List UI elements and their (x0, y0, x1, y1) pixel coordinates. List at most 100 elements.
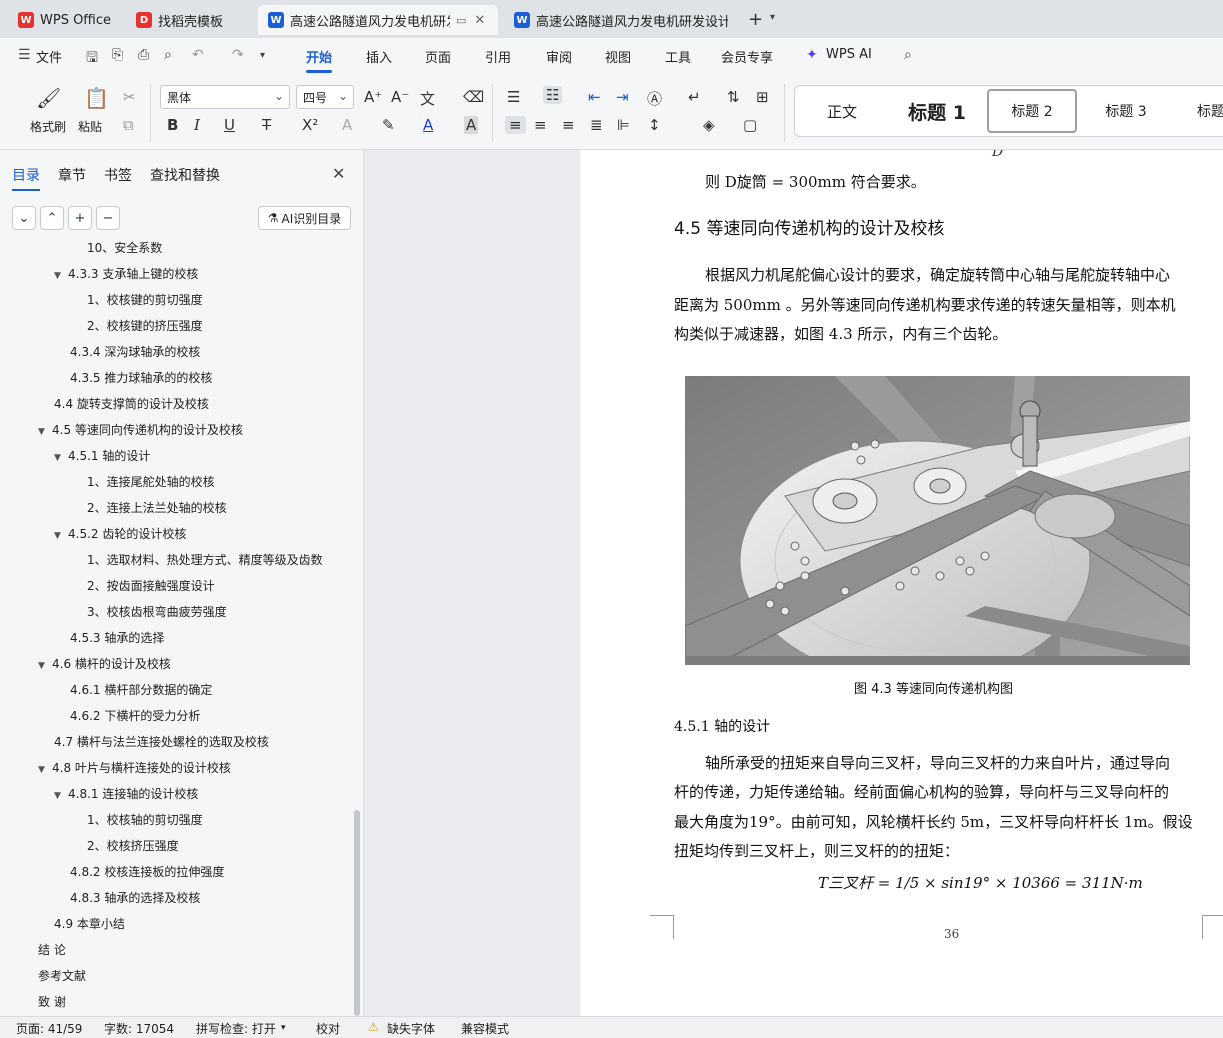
format-painter-button[interactable]: 格式刷 (30, 118, 66, 135)
font-size-select[interactable]: 四号 ⌄ (296, 85, 354, 109)
menu-home[interactable]: 开始 (306, 47, 333, 73)
toc-item[interactable]: ▼ 4.3.3 支承轴上键的校核 (54, 264, 198, 284)
toc-item[interactable]: 参考文献 (38, 966, 86, 986)
font-color-icon[interactable]: A (423, 116, 433, 134)
expand-arrow-icon[interactable]: ▼ (38, 656, 52, 676)
cut-icon[interactable]: ✂ (123, 88, 136, 106)
align-left-icon[interactable]: ≡ (505, 116, 526, 134)
toc-item[interactable]: 致 谢 (38, 992, 66, 1012)
style-heading-3[interactable]: 标题 3 (1081, 86, 1171, 136)
menu-review[interactable]: 审阅 (546, 47, 572, 66)
expand-arrow-icon[interactable]: ▼ (54, 448, 68, 468)
export-icon[interactable]: ⎘ (112, 47, 123, 63)
expand-arrow-icon[interactable]: ▼ (54, 526, 68, 546)
justify-icon[interactable]: ≣ (590, 116, 603, 134)
tab-document-2[interactable]: W 高速公路隧道风力发电机研发设计 说 (504, 5, 738, 35)
tab-wps-office[interactable]: W WPS Office (8, 5, 120, 35)
undo-icon[interactable]: ↶ (192, 47, 204, 63)
print-icon[interactable]: ⎙ (138, 47, 149, 63)
paste-icon[interactable]: 📋 (84, 86, 109, 110)
line-break-icon[interactable]: ↵ (688, 88, 701, 106)
nav-tab-bookmarks[interactable]: 书签 (104, 165, 132, 185)
font-grow-icon[interactable]: A⁺ (364, 88, 382, 106)
font-name-select[interactable]: 黑体 ⌄ (160, 85, 290, 109)
toc-item[interactable]: ▼ 4.5.1 轴的设计 (54, 446, 150, 466)
expand-arrow-icon[interactable]: ▼ (54, 266, 68, 286)
chevron-down-icon[interactable]: ▾ (281, 1023, 286, 1033)
expand-arrow-icon[interactable]: ▼ (54, 786, 68, 806)
missing-font-button[interactable]: 缺失字体 (387, 1020, 435, 1037)
toc-item[interactable]: 4.3.4 深沟球轴承的校核 (70, 342, 200, 362)
bold-icon[interactable]: B (167, 116, 178, 134)
menu-page[interactable]: 页面 (425, 47, 451, 66)
distributed-icon[interactable]: ⊫ (617, 116, 630, 134)
remove-heading-button[interactable]: − (96, 206, 120, 230)
document-page[interactable]: D 则 D旋筒 = 300mm 符合要求。 4.5 等速同向传递机构的设计及校核… (580, 150, 1223, 1016)
expand-up-button[interactable]: ⌃ (40, 206, 64, 230)
char-shading-icon[interactable]: A (464, 116, 479, 134)
font-shrink-icon[interactable]: A⁻ (391, 88, 409, 106)
toc-item[interactable]: 2、校核挤压强度 (87, 836, 179, 856)
toc-item[interactable]: 10、安全系数 (87, 238, 162, 258)
toc-item[interactable]: 4.3.5 推力球轴承的的校核 (70, 368, 212, 388)
increase-indent-icon[interactable]: ⇥ (616, 88, 629, 106)
toc-item[interactable]: ▼ 4.5 等速同向传递机构的设计及校核 (38, 420, 243, 440)
toc-item[interactable]: 3、校核齿根弯曲疲劳强度 (87, 602, 227, 622)
phonetic-guide-icon[interactable]: 文 (420, 88, 435, 109)
menu-insert[interactable]: 插入 (366, 47, 392, 66)
toc-item[interactable]: ▼ 4.8.1 连接轴的设计校核 (54, 784, 198, 804)
toc-item[interactable]: 1、校核键的剪切强度 (87, 290, 203, 310)
save-icon[interactable]: 🖫 (86, 47, 98, 71)
proofread-button[interactable]: 校对 (316, 1020, 340, 1037)
style-heading-2[interactable]: 标题 2 (987, 89, 1077, 133)
toc-item[interactable]: 2、连接上法兰处轴的校核 (87, 498, 227, 518)
print-preview-icon[interactable]: ⌕ (164, 47, 172, 63)
expand-arrow-icon[interactable]: ▼ (38, 422, 52, 442)
expand-arrow-icon[interactable]: ▼ (38, 760, 52, 780)
toc-item[interactable]: ▼ 4.6 横杆的设计及校核 (38, 654, 171, 674)
text-effect-icon[interactable]: A (342, 116, 352, 134)
toc-item[interactable]: 4.8.3 轴承的选择及校核 (70, 888, 200, 908)
word-count[interactable]: 字数: 17054 (104, 1020, 174, 1037)
shading-icon[interactable]: ◈ (703, 116, 715, 134)
hamburger-icon[interactable]: ☰ (18, 47, 31, 63)
toc-item[interactable]: 4.5.3 轴承的选择 (70, 628, 164, 648)
underline-icon[interactable]: U (224, 116, 235, 134)
toc-item[interactable]: 4.4 旋转支撑筒的设计及校核 (54, 394, 209, 414)
italic-icon[interactable]: I (194, 116, 200, 134)
new-tab-icon[interactable]: + (748, 9, 763, 30)
toc-item[interactable]: 2、按齿面接触强度设计 (87, 576, 215, 596)
toc-item[interactable]: ▼ 4.8 叶片与横杆连接处的设计校核 (38, 758, 231, 778)
toc-item[interactable]: 1、连接尾舵处轴的校核 (87, 472, 215, 492)
nav-tab-toc[interactable]: 目录 (12, 165, 40, 191)
search-icon[interactable]: ⌕ (904, 47, 912, 63)
close-icon[interactable]: ✕ (474, 13, 485, 28)
numbered-list-icon[interactable]: ☷ (543, 86, 563, 104)
nav-tab-find-replace[interactable]: 查找和替换 (150, 165, 220, 185)
align-center-icon[interactable]: ≡ (534, 116, 547, 134)
sort-icon[interactable]: ⇅ (727, 88, 740, 106)
toc-item[interactable]: 结 论 (38, 940, 66, 960)
menu-file[interactable]: 文件 (36, 47, 62, 66)
style-heading-1[interactable]: 标题 1 (889, 86, 985, 136)
clear-format-icon[interactable]: ⌫ (463, 88, 484, 106)
align-right-icon[interactable]: ≡ (562, 116, 575, 134)
toc-item[interactable]: 1、校核轴的剪切强度 (87, 810, 203, 830)
strikethrough-icon[interactable]: T (262, 116, 271, 134)
menu-tools[interactable]: 工具 (665, 47, 691, 66)
close-icon[interactable]: ✕ (332, 164, 345, 183)
menu-wps-ai[interactable]: WPS AI (826, 47, 872, 62)
chevron-down-icon[interactable]: ▾ (770, 12, 775, 23)
menu-reference[interactable]: 引用 (485, 47, 511, 66)
format-painter-icon[interactable]: 🖌 (36, 86, 61, 110)
copy-icon[interactable]: ⧉ (123, 116, 134, 134)
chevron-down-icon[interactable]: ▾ (260, 50, 265, 61)
toc-item[interactable]: 4.6.1 横杆部分数据的确定 (70, 680, 212, 700)
style-heading[interactable]: 标题 (1175, 86, 1223, 136)
menu-view[interactable]: 视图 (605, 47, 631, 66)
paste-button[interactable]: 粘贴 (78, 118, 102, 135)
toc-item[interactable]: 4.9 本章小结 (54, 914, 125, 934)
toc-item[interactable]: 4.7 横杆与法兰连接处螺栓的选取及校核 (54, 732, 269, 752)
ai-recognize-toc-button[interactable]: ⚗ AI识别目录 (258, 206, 351, 230)
decrease-indent-icon[interactable]: ⇤ (588, 88, 601, 106)
